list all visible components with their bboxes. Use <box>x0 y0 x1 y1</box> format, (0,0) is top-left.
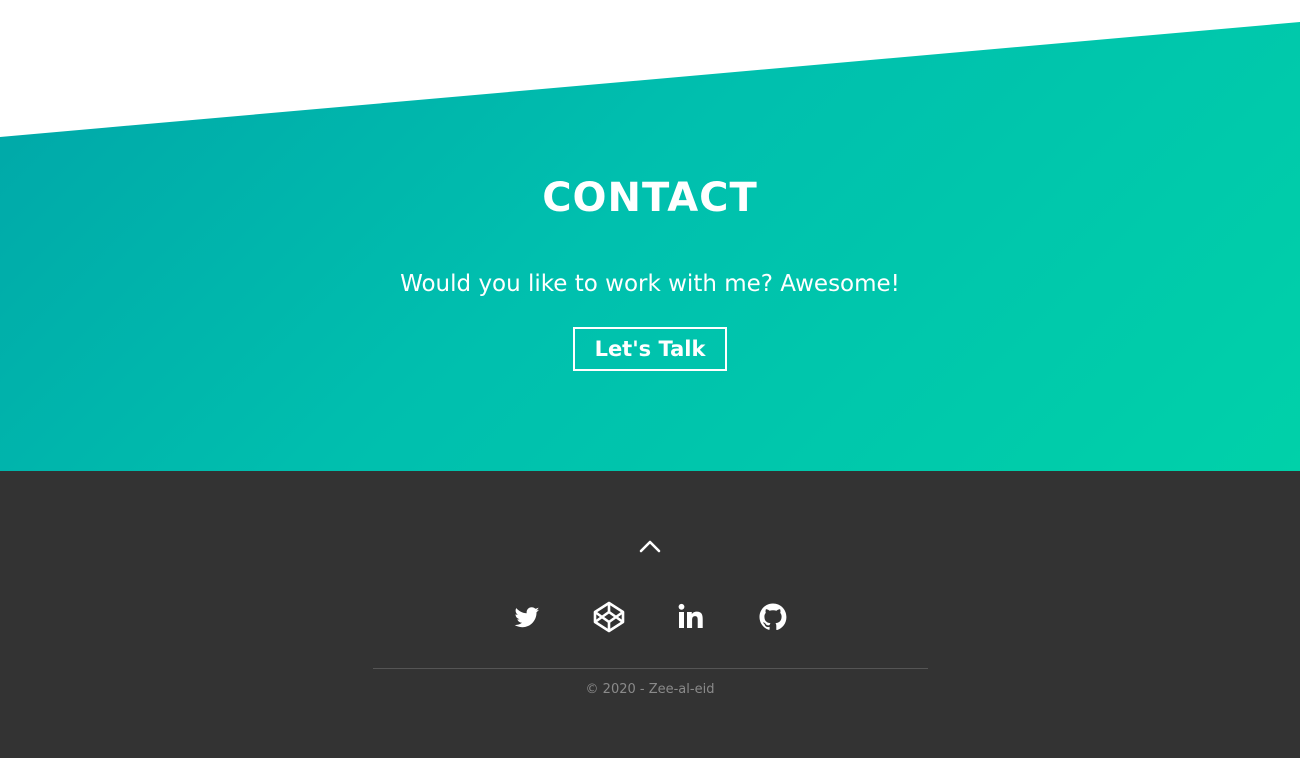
twitter-icon <box>514 607 540 628</box>
social-links <box>0 599 1300 635</box>
contact-title: CONTACT <box>542 175 758 221</box>
chevron-up-icon <box>639 540 661 553</box>
footer: © 2020 - Zee-al-eid <box>0 471 1300 758</box>
github-link[interactable] <box>755 599 791 635</box>
contact-section: CONTACT Would you like to work with me? … <box>0 0 1300 471</box>
twitter-link[interactable] <box>509 599 545 635</box>
contact-subtitle: Would you like to work with me? Awesome! <box>400 271 900 297</box>
lets-talk-button[interactable]: Let's Talk <box>573 327 727 371</box>
linkedin-icon <box>678 603 703 628</box>
codepen-link[interactable] <box>591 599 627 635</box>
linkedin-link[interactable] <box>673 599 709 635</box>
github-icon <box>759 603 787 631</box>
top-slant-divider <box>0 0 1300 137</box>
footer-divider <box>373 668 928 669</box>
codepen-icon <box>593 601 625 633</box>
copyright-text: © 2020 - Zee-al-eid <box>585 682 715 697</box>
page: CONTACT Would you like to work with me? … <box>0 0 1300 758</box>
back-to-top-link[interactable] <box>636 533 664 557</box>
